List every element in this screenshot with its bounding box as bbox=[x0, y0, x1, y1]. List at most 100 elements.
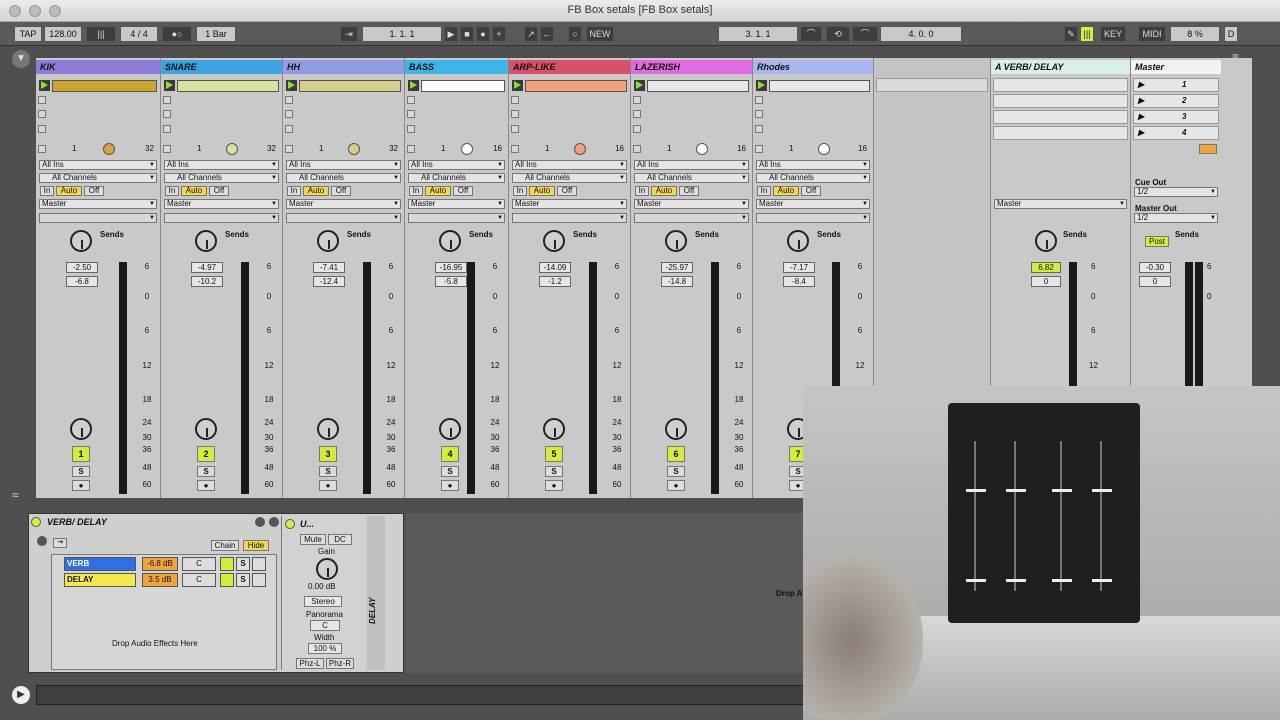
monitor-off-button[interactable]: Off bbox=[679, 186, 699, 196]
monitor-auto-button[interactable]: Auto bbox=[56, 186, 82, 196]
record-icon[interactable]: ● bbox=[476, 26, 490, 42]
arm-record-icon[interactable]: ● bbox=[197, 480, 215, 491]
input-channel-select[interactable]: All Channels bbox=[39, 173, 157, 183]
clip-stop-button[interactable] bbox=[38, 125, 46, 133]
clip[interactable] bbox=[299, 80, 401, 92]
pan-knob[interactable] bbox=[665, 418, 687, 440]
input-channel-select[interactable]: All Channels bbox=[512, 173, 627, 183]
quantization-select[interactable]: 1 Bar bbox=[196, 26, 236, 42]
loop-length-field[interactable]: 4. 0. 0 bbox=[880, 26, 962, 42]
input-channel-select[interactable]: All Channels bbox=[164, 173, 279, 183]
monitor-auto-button[interactable]: Auto bbox=[773, 186, 799, 196]
clip-stop-button[interactable] bbox=[511, 125, 519, 133]
speaker-icon[interactable] bbox=[220, 573, 234, 587]
input-channel-select[interactable]: All Channels bbox=[408, 173, 505, 183]
send-knob[interactable] bbox=[195, 230, 217, 252]
stereo-select[interactable]: Stereo bbox=[304, 596, 342, 607]
clip-stop-button[interactable] bbox=[38, 110, 46, 118]
draw-mode-icon[interactable]: ✎ bbox=[1064, 26, 1078, 42]
track-title[interactable]: KIK bbox=[36, 60, 160, 74]
return-volume[interactable]: 6.82 bbox=[1031, 262, 1061, 273]
chain-delay[interactable]: DELAY bbox=[64, 573, 136, 587]
output-channel-select[interactable] bbox=[756, 213, 870, 223]
output-select[interactable]: Master bbox=[39, 199, 157, 209]
monitor-in-button[interactable]: In bbox=[287, 186, 301, 196]
track-activator-button[interactable]: 2 bbox=[197, 446, 215, 462]
output-channel-select[interactable] bbox=[286, 213, 401, 223]
rack-save-icon[interactable] bbox=[255, 517, 265, 527]
clip[interactable] bbox=[421, 80, 505, 92]
track-title[interactable]: ARP-LIKE bbox=[509, 60, 630, 74]
clip-stop-button[interactable] bbox=[407, 110, 415, 118]
track-title[interactable]: BASS bbox=[405, 60, 508, 74]
play-icon[interactable]: ▶ bbox=[444, 26, 458, 42]
hide-button[interactable]: Hide bbox=[243, 540, 269, 551]
post-button[interactable]: Post bbox=[1145, 236, 1169, 247]
return-track-title[interactable]: A VERB/ DELAY bbox=[991, 60, 1130, 74]
output-channel-select[interactable] bbox=[512, 213, 627, 223]
pan-knob[interactable] bbox=[70, 418, 92, 440]
return-clip-slot[interactable] bbox=[993, 78, 1128, 92]
clip[interactable] bbox=[52, 80, 157, 92]
output-channel-select[interactable] bbox=[408, 213, 505, 223]
tap-button[interactable]: TAP bbox=[14, 26, 42, 42]
chain-verb-pan[interactable]: C bbox=[182, 557, 216, 571]
arm-record-icon[interactable]: ● bbox=[667, 480, 685, 491]
input-channel-select[interactable]: All Channels bbox=[286, 173, 401, 183]
empty-clip-slot[interactable] bbox=[876, 78, 988, 92]
overdub-icon[interactable]: + bbox=[492, 26, 506, 42]
clip-launch-icon[interactable] bbox=[634, 80, 645, 91]
send-knob[interactable] bbox=[787, 230, 809, 252]
cue-out-select[interactable]: 1/2 bbox=[1134, 187, 1218, 197]
headphones-icon[interactable] bbox=[252, 573, 266, 587]
clip-stop-button[interactable] bbox=[407, 125, 415, 133]
master-volume[interactable]: -0.30 bbox=[1139, 262, 1171, 273]
arrangement-position[interactable]: 1. 1. 1 bbox=[362, 26, 442, 42]
solo-button[interactable]: S bbox=[667, 466, 685, 477]
output-channel-select[interactable] bbox=[634, 213, 749, 223]
solo-button[interactable]: S bbox=[197, 466, 215, 477]
volume-value[interactable]: -7.17 bbox=[783, 262, 815, 273]
arm-record-icon[interactable]: ● bbox=[441, 480, 459, 491]
clip-stop-button[interactable] bbox=[163, 96, 171, 104]
clip-stop-button[interactable] bbox=[511, 96, 519, 104]
punch-out-icon[interactable]: ⌒ bbox=[852, 26, 878, 42]
clip-stop-button[interactable] bbox=[163, 125, 171, 133]
solo-button[interactable]: S bbox=[441, 466, 459, 477]
clip-stop-button[interactable] bbox=[755, 125, 763, 133]
track-status-icon[interactable] bbox=[348, 143, 360, 155]
clip[interactable] bbox=[769, 80, 870, 92]
gain-knob[interactable] bbox=[316, 558, 338, 580]
master-out-select[interactable]: 1/2 bbox=[1134, 213, 1218, 223]
headphones-icon[interactable] bbox=[252, 557, 266, 571]
computer-midi-icon[interactable]: ||| bbox=[1080, 26, 1094, 42]
output-select[interactable]: Master bbox=[512, 199, 627, 209]
output-select[interactable]: Master bbox=[164, 199, 279, 209]
rack-fold-icon[interactable] bbox=[269, 517, 279, 527]
output-select[interactable]: Master bbox=[634, 199, 749, 209]
macro-toggle-icon[interactable] bbox=[37, 536, 47, 546]
monitor-off-button[interactable]: Off bbox=[557, 186, 577, 196]
track-activator-button[interactable]: 5 bbox=[545, 446, 563, 462]
track-stop-button[interactable] bbox=[163, 145, 171, 153]
solo-button[interactable]: S bbox=[72, 466, 90, 477]
input-type-select[interactable]: All Ins bbox=[164, 160, 279, 170]
track-stop-button[interactable] bbox=[407, 145, 415, 153]
meter-field[interactable]: 4 / 4 bbox=[120, 26, 158, 42]
dc-button[interactable]: DC bbox=[328, 534, 352, 545]
monitor-off-button[interactable]: Off bbox=[331, 186, 351, 196]
track-status-icon[interactable] bbox=[574, 143, 586, 155]
send-knob[interactable] bbox=[439, 230, 461, 252]
metronome-icon[interactable]: ●○ bbox=[162, 26, 192, 42]
track-status-icon[interactable] bbox=[461, 143, 473, 155]
chain-delay-volume[interactable]: 3.5 dB bbox=[142, 573, 178, 587]
monitor-in-button[interactable]: In bbox=[40, 186, 54, 196]
punch-in-icon[interactable]: ⌒ bbox=[800, 26, 822, 42]
master-title[interactable]: Master bbox=[1131, 60, 1221, 74]
clip-stop-button[interactable] bbox=[755, 96, 763, 104]
loop-start-field[interactable]: 3. 1. 1 bbox=[718, 26, 798, 42]
output-select[interactable]: Master bbox=[286, 199, 401, 209]
clip-launch-icon[interactable] bbox=[756, 80, 767, 91]
input-type-select[interactable]: All Ins bbox=[512, 160, 627, 170]
track-stop-button[interactable] bbox=[285, 145, 293, 153]
